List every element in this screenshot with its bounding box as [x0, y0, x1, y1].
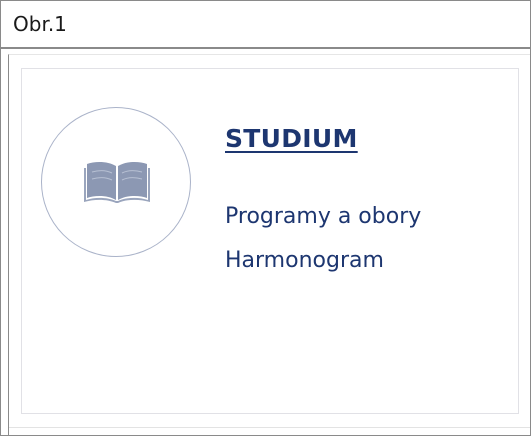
link-programy-a-obory[interactable]: Programy a obory [225, 195, 421, 239]
studium-link-list: Programy a obory Harmonogram [225, 195, 421, 283]
figure-frame: Obr.1 STUDIUM Programy a obory Harmonogr… [0, 0, 531, 436]
bottom-divider [9, 427, 530, 428]
studium-title-link[interactable]: STUDIUM [225, 124, 358, 153]
screenshot-area: STUDIUM Programy a obory Harmonogram [8, 54, 530, 435]
figure-caption: Obr.1 [13, 12, 67, 36]
icon-circle [41, 107, 191, 257]
caption-bar: Obr.1 [1, 1, 530, 49]
link-harmonogram[interactable]: Harmonogram [225, 239, 421, 283]
studium-card: STUDIUM Programy a obory Harmonogram [21, 68, 519, 414]
book-icon [84, 161, 150, 203]
